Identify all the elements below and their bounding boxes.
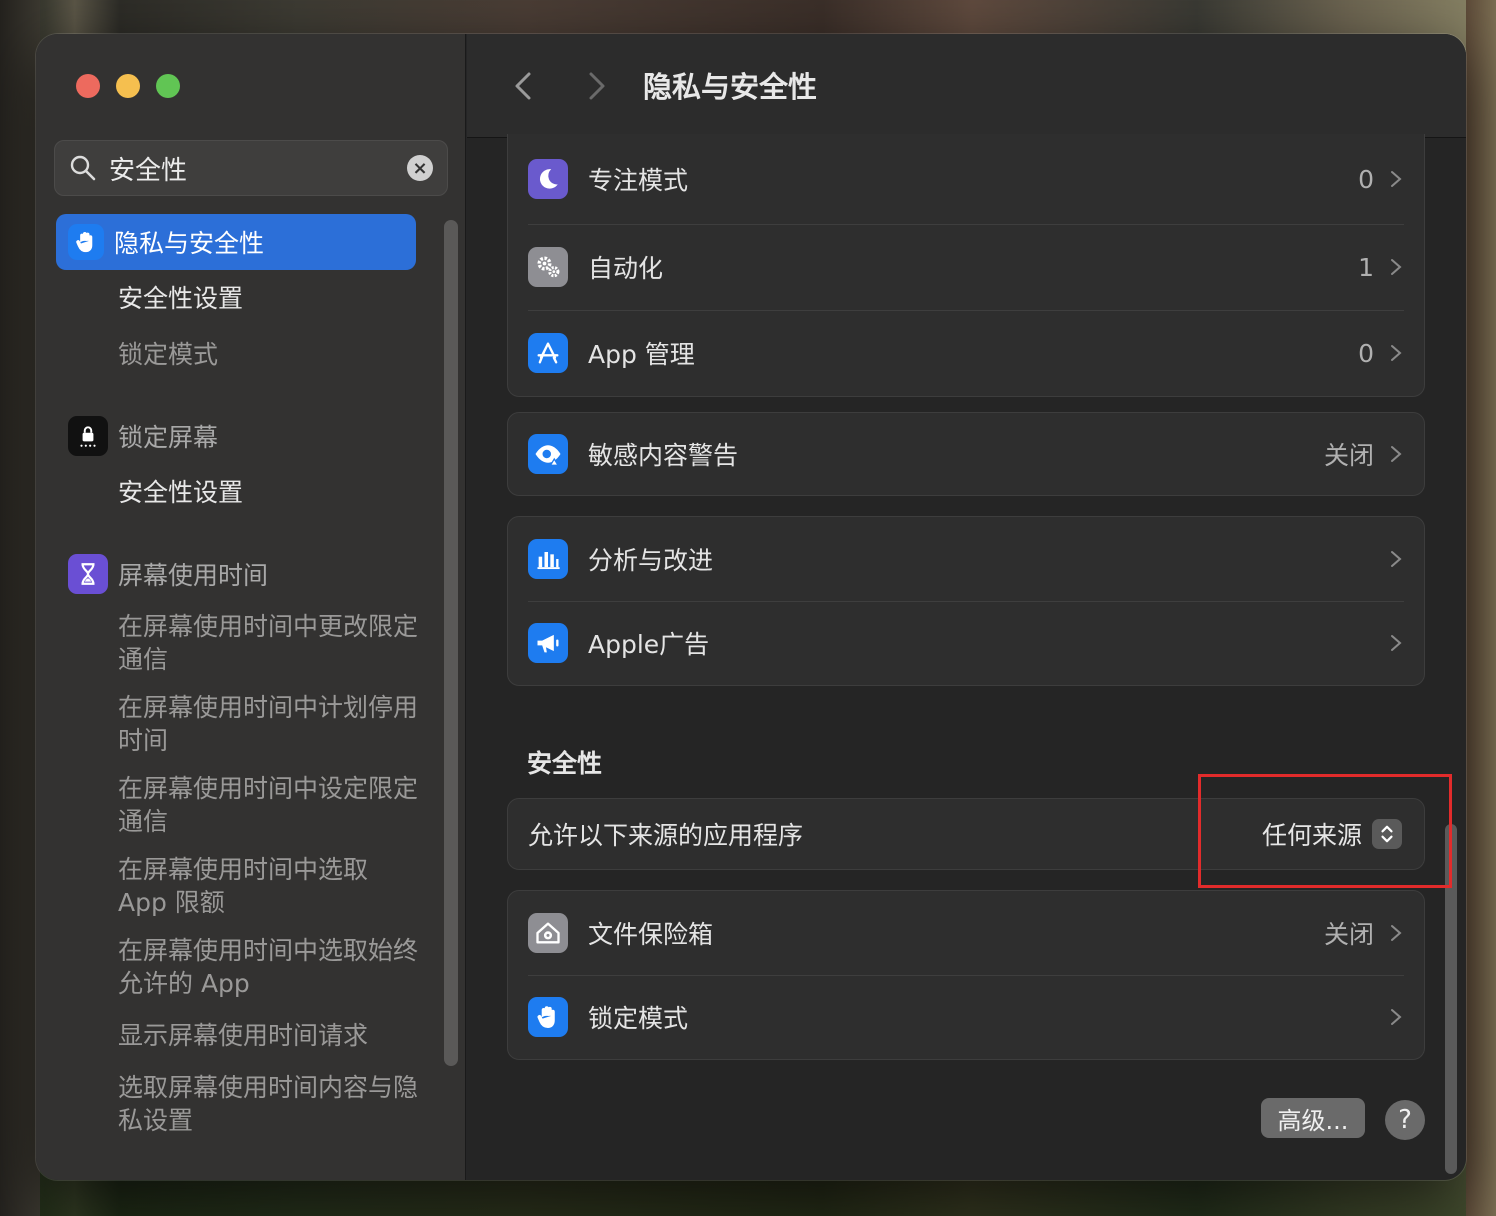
chart-icon: [528, 539, 568, 579]
sidebar-subitem[interactable]: 在屏幕使用时间中选取 App 限额: [118, 853, 418, 919]
house-lock-icon: [528, 913, 568, 953]
wallpaper-trunk: [0, 0, 40, 1216]
section-title-security: 安全性: [527, 749, 603, 778]
sidebar-subitem-security-settings[interactable]: 安全性设置: [118, 282, 418, 315]
back-chevron-icon[interactable]: [507, 68, 543, 104]
sidebar-subitem[interactable]: 在屏幕使用时间中更改限定通信: [118, 610, 418, 676]
row-filevault[interactable]: 文件保险箱 关闭: [508, 891, 1424, 975]
row-label: 分析与改进: [588, 546, 714, 575]
hand-icon: [528, 997, 568, 1037]
sidebar-subitem[interactable]: 在屏幕使用时间中计划停用时间: [118, 691, 418, 757]
sidebar: 安全性 × 隐私与安全性 安全性设置 锁定模式 锁定屏幕 安全性设置 屏幕使用时…: [36, 34, 466, 1180]
chevron-right-icon: [1391, 635, 1402, 651]
lock-screen-icon: [68, 416, 108, 456]
app-store-icon: [528, 333, 568, 373]
row-focus[interactable]: 专注模式 0: [508, 134, 1424, 224]
settings-group-sensitive: 敏感内容警告 关闭: [507, 412, 1425, 496]
advanced-button[interactable]: 高级...: [1261, 1098, 1365, 1138]
settings-group-filevault: 文件保险箱 关闭 锁定模式: [507, 890, 1425, 1060]
search-field[interactable]: 安全性 ×: [54, 140, 448, 196]
settings-group-analytics: 分析与改进 Apple广告: [507, 516, 1425, 686]
gears-icon: [528, 247, 568, 287]
sidebar-item-label: 锁定屏幕: [118, 423, 219, 452]
chevron-right-icon: [1391, 446, 1402, 462]
settings-window: 安全性 × 隐私与安全性 安全性设置 锁定模式 锁定屏幕 安全性设置 屏幕使用时…: [36, 34, 1466, 1180]
zoom-window-button[interactable]: [156, 74, 180, 98]
row-label: 专注模式: [588, 166, 689, 195]
sidebar-subitem[interactable]: 在屏幕使用时间中选取始终允许的 App: [118, 934, 418, 1000]
sidebar-item-screen-time[interactable]: 屏幕使用时间: [56, 552, 416, 596]
row-label: App 管理: [588, 340, 695, 369]
row-automation[interactable]: 自动化 1: [508, 224, 1424, 310]
row-label: Apple广告: [588, 630, 710, 659]
row-sensitive-content[interactable]: 敏感内容警告 关闭: [508, 413, 1424, 495]
row-analytics[interactable]: 分析与改进: [508, 517, 1424, 601]
chevron-right-icon: [1391, 259, 1402, 275]
megaphone-icon: [528, 623, 568, 663]
chevron-right-icon: [1391, 551, 1402, 567]
row-app-management[interactable]: App 管理 0: [508, 310, 1424, 396]
clear-search-icon[interactable]: ×: [407, 155, 433, 181]
chevron-right-icon: [1391, 925, 1402, 941]
forward-chevron-icon[interactable]: [577, 68, 613, 104]
row-label: 敏感内容警告: [588, 441, 739, 470]
main-pane: 隐私与安全性 专注模式 0 自动化 1 App 管理 0 敏感内容警告 关闭 分…: [467, 34, 1466, 1180]
close-window-button[interactable]: [76, 74, 100, 98]
row-value: 1: [1358, 252, 1374, 282]
sidebar-item-privacy-security[interactable]: 隐私与安全性: [56, 214, 416, 270]
sidebar-subitem[interactable]: 在屏幕使用时间中设定限定通信: [118, 772, 418, 838]
sidebar-item-label: 屏幕使用时间: [118, 561, 269, 590]
sidebar-subitem[interactable]: 显示屏幕使用时间请求: [118, 1019, 418, 1052]
sidebar-subitem[interactable]: 选取屏幕使用时间内容与隐私设置: [118, 1071, 418, 1137]
row-label: 文件保险箱: [588, 920, 714, 949]
highlight-box: [1198, 774, 1452, 888]
minimize-window-button[interactable]: [116, 74, 140, 98]
sidebar-item-label: 隐私与安全性: [114, 229, 265, 258]
row-label: 锁定模式: [588, 1004, 689, 1033]
search-icon: [70, 155, 96, 181]
moon-icon: [528, 159, 568, 199]
chevron-right-icon: [1391, 345, 1402, 361]
hand-icon: [68, 224, 104, 260]
eye-warning-icon: [528, 434, 568, 474]
chevron-right-icon: [1391, 171, 1402, 187]
sidebar-item-lock-screen[interactable]: 锁定屏幕: [56, 414, 416, 458]
row-lockdown-mode[interactable]: 锁定模式: [508, 975, 1424, 1059]
row-value: 关闭: [1323, 920, 1374, 949]
wallpaper-trunk: [1466, 0, 1496, 1216]
row-label: 允许以下来源的应用程序: [528, 821, 804, 850]
row-value: 0: [1358, 164, 1374, 194]
window-controls: [76, 74, 180, 98]
row-apple-ads[interactable]: Apple广告: [508, 601, 1424, 685]
row-label: 自动化: [588, 254, 664, 283]
settings-group-permissions: 专注模式 0 自动化 1 App 管理 0: [507, 134, 1425, 397]
row-value: 关闭: [1323, 441, 1374, 470]
hourglass-icon: [68, 554, 108, 594]
row-value: 0: [1358, 338, 1374, 368]
sidebar-subitem-lockdown-mode[interactable]: 锁定模式: [118, 338, 418, 371]
toolbar: 隐私与安全性: [467, 34, 1466, 138]
page-title: 隐私与安全性: [643, 70, 818, 104]
chevron-right-icon: [1391, 1009, 1402, 1025]
help-button[interactable]: ?: [1385, 1100, 1425, 1140]
sidebar-scrollbar[interactable]: [444, 220, 458, 1066]
sidebar-subitem-security-settings-2[interactable]: 安全性设置: [118, 476, 418, 509]
search-input[interactable]: 安全性: [109, 150, 407, 187]
